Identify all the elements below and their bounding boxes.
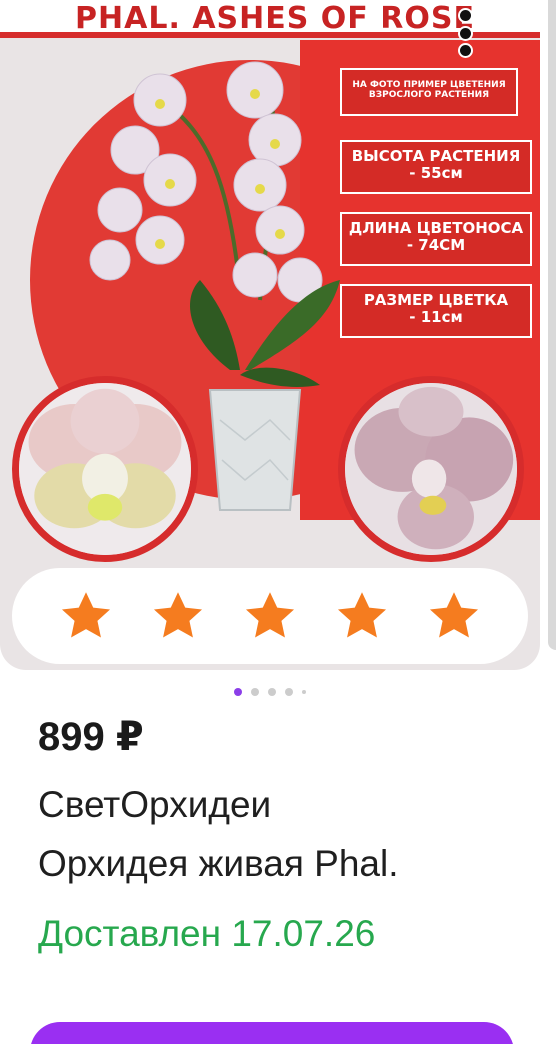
plant-height-tag: ВЫСОТА РАСТЕНИЯ - 55см <box>340 140 532 194</box>
pager-dot[interactable] <box>302 690 306 694</box>
seller-name[interactable]: СветОрхидеи <box>38 784 271 826</box>
rating-stars <box>12 568 528 664</box>
pager-dot[interactable] <box>268 688 276 696</box>
stem-length-tag: ДЛИНА ЦВЕТОНОСА - 74СМ <box>340 212 532 266</box>
pager-dot[interactable] <box>251 688 259 696</box>
pager-dot-active[interactable] <box>234 688 242 696</box>
product-image-card[interactable]: PHAL. ASHES OF ROSE НА ФОТО ПРИМЕР ЦВЕТЕ… <box>0 0 540 670</box>
star-icon <box>429 592 479 638</box>
star-icon <box>61 592 111 638</box>
bloom-label: РАЗМЕР ЦВЕТКА <box>363 291 509 309</box>
flower-closeup-right <box>338 376 524 562</box>
product-price: 899 ₽ <box>38 715 144 759</box>
image-pager-dots[interactable] <box>0 686 540 698</box>
photo-note-line2: ВЗРОСЛОГО РАСТЕНИЯ <box>368 90 490 101</box>
bloom-size-tag: РАЗМЕР ЦВЕТКА - 11см <box>340 284 532 338</box>
delivery-status: Доставлен 17.07.26 <box>38 913 376 954</box>
pager-dot[interactable] <box>285 688 293 696</box>
stem-value: - 74СМ <box>406 236 466 255</box>
bloom-value: - 11см <box>409 308 463 327</box>
photo-example-tag: НА ФОТО ПРИМЕР ЦВЕТЕНИЯ ВЗРОСЛОГО РАСТЕН… <box>340 68 518 116</box>
product-name[interactable]: Орхидея живая Phal. <box>38 843 398 885</box>
height-value: - 55см <box>409 164 463 183</box>
next-product-card-peek[interactable] <box>548 0 556 650</box>
star-icon <box>153 592 203 638</box>
photo-note-line1: НА ФОТО ПРИМЕР ЦВЕТЕНИЯ <box>352 80 506 90</box>
height-label: ВЫСОТА РАСТЕНИЯ <box>351 147 521 165</box>
primary-action-button[interactable] <box>30 1022 514 1044</box>
more-vertical-icon[interactable] <box>452 8 478 58</box>
stem-label: ДЛИНА ЦВЕТОНОСА <box>348 219 524 237</box>
star-icon <box>337 592 387 638</box>
star-icon <box>245 592 295 638</box>
flower-closeup-left <box>12 376 198 562</box>
